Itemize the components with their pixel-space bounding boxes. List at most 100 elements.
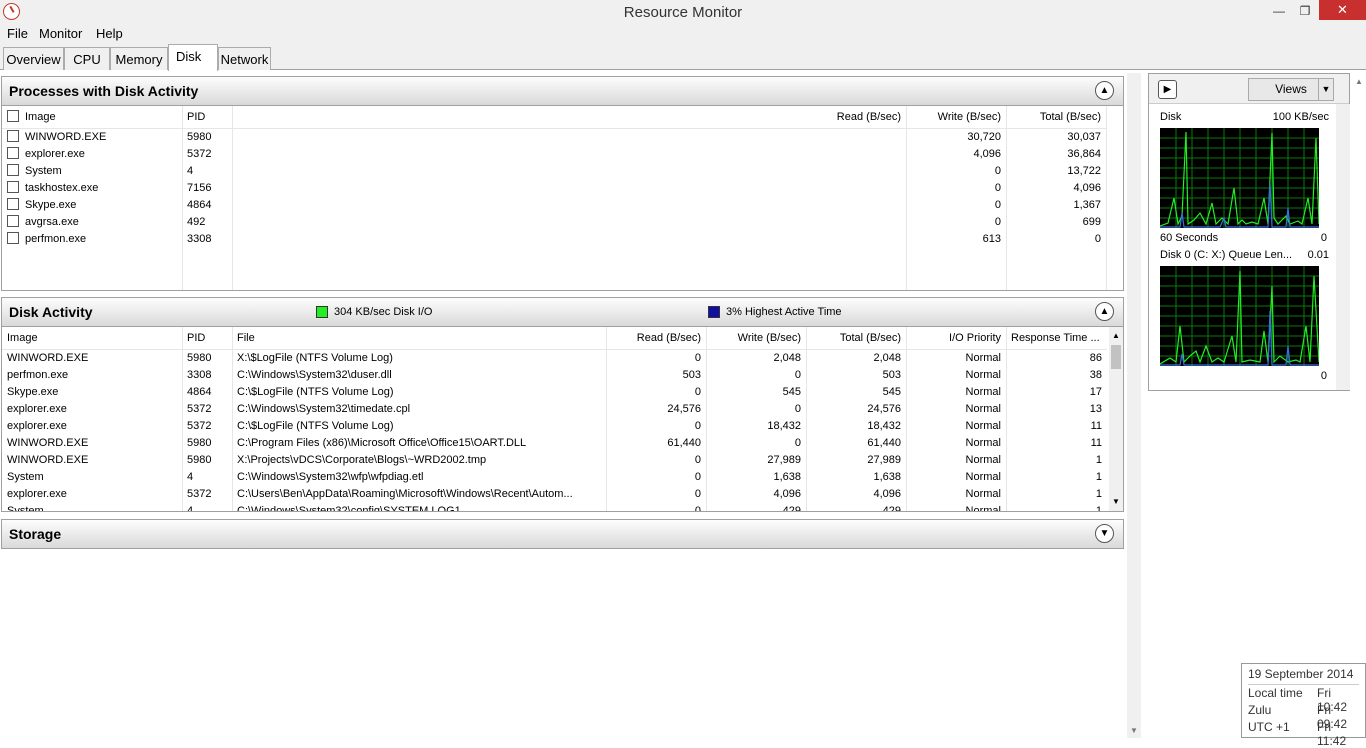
file-read: 503: [682, 368, 701, 381]
process-read: 613: [982, 232, 1001, 245]
tab-network[interactable]: Network: [218, 47, 271, 70]
file-response-time: 38: [1089, 368, 1102, 381]
column-header-write[interactable]: Write (B/sec): [706, 327, 806, 350]
column-header-write[interactable]: Write (B/sec): [906, 106, 1006, 129]
column-header-file[interactable]: File: [232, 327, 606, 350]
storage-panel-title: Storage: [9, 526, 62, 542]
file-image: System: [7, 470, 44, 483]
process-checkbox[interactable]: [7, 181, 19, 193]
column-header-image[interactable]: Image: [2, 106, 182, 129]
tab-overview[interactable]: Overview: [3, 47, 64, 70]
scroll-down-icon[interactable]: ▼: [1109, 497, 1123, 506]
file-image: System: [7, 504, 44, 512]
storage-panel-header[interactable]: Storage ▼: [1, 519, 1124, 549]
menu-monitor[interactable]: Monitor: [39, 26, 82, 41]
tab-bar: Overview CPU Memory Disk Network: [0, 44, 1366, 71]
chevron-up-icon[interactable]: ▲: [1095, 81, 1114, 100]
file-total: 2,048: [873, 351, 901, 364]
file-path: C:\$LogFile (NTFS Volume Log): [237, 419, 394, 432]
table-row[interactable]: explorer.exe 5372 C:\$LogFile (NTFS Volume…: [2, 417, 1107, 434]
file-image: WINWORD.EXE: [7, 453, 89, 466]
table-row[interactable]: explorer.exe 5372 C:\Windows\System32\time…: [2, 400, 1107, 417]
main-scrollbar[interactable]: ▼: [1127, 73, 1141, 738]
column-header-total[interactable]: Total (B/sec): [806, 327, 906, 350]
tab-cpu[interactable]: CPU: [64, 47, 110, 70]
column-header-io-priority[interactable]: I/O Priority: [906, 327, 1006, 350]
file-io-priority: Normal: [965, 453, 1001, 466]
table-row[interactable]: taskhostex.exe715604,0964,096: [2, 179, 1107, 196]
table-row[interactable]: System 4 C:\Windows\System32\config\SYSTEM…: [2, 502, 1107, 512]
table-row[interactable]: WINWORD.EXE 5980 X:\Projects\vDCS\Corporat…: [2, 451, 1107, 468]
column-header-total[interactable]: Total (B/sec): [1006, 106, 1106, 129]
process-pid: 492: [187, 215, 206, 228]
maximize-button[interactable]: ❐: [1292, 0, 1318, 22]
process-read: 0: [994, 198, 1001, 211]
processes-panel-header[interactable]: Processes with Disk Activity ▲: [1, 76, 1124, 106]
file-response-time: 1: [1095, 487, 1102, 500]
table-row[interactable]: WINWORD.EXE 5980 X:\$LogFile (NTFS Volume …: [2, 349, 1107, 366]
table-row[interactable]: Skype.exe486401,3671,367: [2, 196, 1107, 213]
file-response-time: 1: [1095, 470, 1102, 483]
column-header-pid[interactable]: PID: [182, 106, 232, 129]
tab-memory[interactable]: Memory: [110, 47, 168, 70]
table-row[interactable]: explorer.exe 5372 C:\Users\Ben\AppData\Roa…: [2, 485, 1107, 502]
column-header-read[interactable]: Read (B/sec): [232, 106, 906, 129]
process-checkbox[interactable]: [7, 232, 19, 244]
scrollbar-thumb[interactable]: [1111, 345, 1121, 369]
file-io-priority: Normal: [965, 402, 1001, 415]
scroll-up-icon[interactable]: ▲: [1109, 331, 1123, 340]
close-button[interactable]: ✕: [1319, 0, 1366, 20]
file-path: C:\Windows\System32\config\SYSTEM.LOG1: [237, 504, 461, 512]
spacer: [232, 145, 906, 162]
process-checkbox[interactable]: [7, 198, 19, 210]
file-read: 0: [694, 351, 701, 364]
disk-activity-panel-title: Disk Activity: [9, 304, 93, 320]
disk-activity-panel-header[interactable]: Disk Activity 304 KB/sec Disk I/O 3% Hig…: [1, 297, 1124, 327]
menu-file[interactable]: File: [7, 26, 28, 41]
chevron-up-icon[interactable]: ▲: [1095, 302, 1114, 321]
disk-activity-scrollbar[interactable]: ▲ ▼: [1109, 327, 1123, 511]
table-row[interactable]: explorer.exe53724,09636,86440,960: [2, 145, 1107, 162]
file-io-priority: Normal: [965, 419, 1001, 432]
process-write: 30,037: [1067, 130, 1101, 143]
process-checkbox[interactable]: [7, 147, 19, 159]
file-write: 545: [782, 385, 801, 398]
process-checkbox[interactable]: [7, 130, 19, 143]
table-row[interactable]: perfmon.exe33086130613: [2, 230, 1107, 247]
process-pid: 4: [187, 164, 194, 177]
file-response-time: 13: [1089, 402, 1102, 415]
tab-disk[interactable]: Disk: [168, 44, 218, 71]
file-write: 4,096: [773, 487, 801, 500]
table-row[interactable]: System 4 C:\Windows\System32\wfp\wfpdiag.e…: [2, 468, 1107, 485]
table-row[interactable]: System4013,72213,722: [2, 162, 1107, 179]
table-row[interactable]: WINWORD.EXE 5980 C:\Program Files (x86)\Mi…: [2, 434, 1107, 451]
column-header-read[interactable]: Read (B/sec): [606, 327, 706, 350]
file-image: explorer.exe: [7, 402, 67, 415]
graph-sidebar: ▶ Views ▼ Disk 100 KB/sec 60 Seconds 0 D…: [1148, 73, 1350, 391]
file-read: 0: [694, 487, 701, 500]
disk-graph-max: 100 KB/sec: [1272, 111, 1329, 123]
column-header-response-time[interactable]: Response Time ...: [1006, 327, 1107, 350]
scroll-down-icon[interactable]: ▼: [1127, 726, 1141, 735]
column-header-image[interactable]: Image: [2, 327, 182, 350]
table-row[interactable]: Skype.exe 4864 C:\$LogFile (NTFS Volume Lo…: [2, 383, 1107, 400]
process-checkbox[interactable]: [7, 164, 19, 176]
table-row[interactable]: perfmon.exe 3308 C:\Windows\System32\duser…: [2, 366, 1107, 383]
sidebar-scrollbar[interactable]: [1336, 104, 1350, 390]
menu-help[interactable]: Help: [96, 26, 123, 41]
process-write: 0: [1094, 232, 1101, 245]
scroll-up-icon[interactable]: ▲: [1352, 77, 1366, 86]
table-row[interactable]: WINWORD.EXE598030,72030,03760,757: [2, 128, 1107, 145]
minimize-button[interactable]: —: [1266, 0, 1292, 22]
process-checkbox[interactable]: [7, 215, 19, 227]
views-dropdown-icon[interactable]: ▼: [1318, 78, 1334, 101]
column-header-pid[interactable]: PID: [182, 327, 232, 350]
process-pid: 5980: [187, 130, 212, 143]
select-all-checkbox[interactable]: [7, 110, 19, 123]
chevron-right-icon[interactable]: ▶: [1158, 80, 1177, 99]
chevron-down-icon[interactable]: ▼: [1095, 524, 1114, 543]
table-row[interactable]: avgrsa.exe4920699699: [2, 213, 1107, 230]
sidebar-outer-scrollbar[interactable]: ▲: [1352, 73, 1366, 738]
file-write: 2,048: [773, 351, 801, 364]
window-title: Resource Monitor: [623, 4, 743, 21]
